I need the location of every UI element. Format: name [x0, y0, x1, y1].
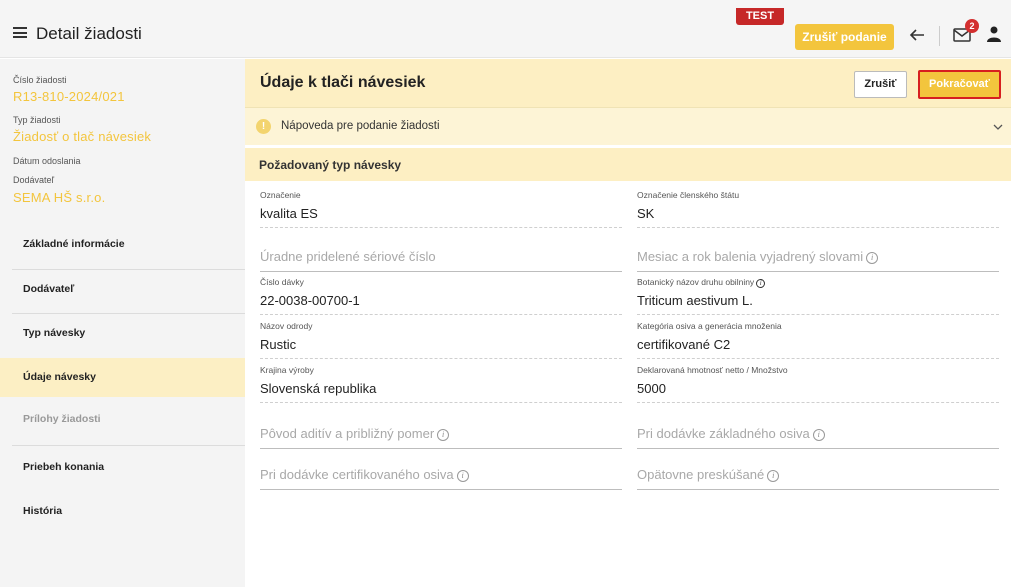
field-label: Označenie [260, 190, 301, 200]
field-label: Deklarovaná hmotnosť netto / Množstvo [637, 365, 788, 375]
field-variety-name[interactable]: Názov odrody Rustic [260, 321, 622, 359]
menu-icon[interactable] [13, 27, 27, 38]
sidebar: Číslo žiadosti R13-810-2024/021 Typ žiad… [0, 59, 245, 587]
field-label: Označenie členského štátu [637, 190, 740, 200]
main-panel: Údaje k tlači návesiek Zrušiť Pokračovať… [245, 59, 1011, 587]
panel-title: Údaje k tlači návesiek [260, 74, 426, 91]
request-type-label: Typ žiadosti [13, 115, 61, 125]
field-placeholder: Úradne pridelené sériové číslo [260, 249, 436, 264]
field-value: Rustic [260, 337, 297, 352]
sidebar-item-label-data[interactable]: Údaje návesky [0, 358, 245, 397]
field-value: 22-0038-00700-1 [260, 293, 360, 308]
continue-button[interactable]: Pokračovať [918, 70, 1001, 99]
field-placeholder: Mesiac a rok balenia vyjadrený slovami i [637, 249, 999, 267]
section-header: Požadovaný typ návesky [245, 148, 1011, 181]
cancel-submission-button[interactable]: Zrušiť podanie [795, 24, 894, 50]
info-icon[interactable]: i [812, 429, 825, 441]
page-title: Detail žiadosti [36, 24, 142, 43]
request-type-value: Žiadosť o tlač návesiek [13, 129, 152, 144]
field-seed-category[interactable]: Kategória osiva a generácia množenia cer… [637, 321, 999, 359]
field-placeholder: Pri dodávke certifikovaného osiva i [260, 467, 622, 485]
basic-seed-input[interactable]: Pri dodávke základného osiva i [637, 426, 999, 449]
back-arrow-icon[interactable] [908, 26, 926, 44]
panel-header: Údaje k tlači návesiek Zrušiť Pokračovať [245, 59, 1011, 107]
field-label: Kategória osiva a generácia množenia [637, 321, 782, 331]
help-accordion[interactable]: ! Nápoveda pre podanie žiadosti [245, 107, 1011, 145]
field-value: SK [637, 206, 655, 221]
field-label: Botanický názov druhu obilniny i [637, 277, 999, 288]
field-placeholder: Opätovne preskúšané i [637, 467, 999, 485]
field-label: Názov odrody [260, 321, 313, 331]
sidebar-item-history[interactable]: História [0, 492, 245, 531]
serial-number-input[interactable]: Úradne pridelené sériové číslo [260, 249, 622, 272]
field-value: kvalita ES [260, 206, 318, 221]
additives-input[interactable]: Pôvod aditív a približný pomer i [260, 426, 622, 449]
field-batch-number[interactable]: Číslo dávky 22-0038-00700-1 [260, 277, 622, 315]
supplier-label: Dodávateľ [13, 175, 55, 185]
section-title: Požadovaný typ návesky [259, 158, 402, 172]
sidebar-item-basic-info[interactable]: Základné informácie [0, 225, 245, 264]
chevron-down-icon [993, 124, 1003, 130]
field-oznacenie[interactable]: Označenie kvalita ES [260, 190, 622, 228]
info-icon[interactable]: i [456, 470, 469, 482]
test-environment-badge: TEST [736, 8, 784, 25]
field-member-state[interactable]: Označenie členského štátu SK [637, 190, 999, 228]
field-botanical-name[interactable]: Botanický názov druhu obilniny i Triticum… [637, 277, 999, 315]
info-icon[interactable]: i [437, 429, 450, 441]
notification-count-badge: 2 [965, 19, 979, 33]
help-accordion-label: Nápoveda pre podanie žiadosti [281, 120, 440, 132]
field-placeholder: Pôvod aditív a približný pomer i [260, 426, 622, 444]
field-value: 5000 [637, 381, 666, 396]
request-number-label: Číslo žiadosti [13, 75, 67, 85]
sidebar-item-supplier[interactable]: Dodávateľ [0, 270, 245, 309]
sidebar-item-label-type[interactable]: Typ návesky [0, 314, 245, 353]
sidebar-item-proceedings[interactable]: Priebeh konania [0, 448, 245, 487]
field-label: Krajina výroby [260, 365, 314, 375]
field-country-of-production[interactable]: Krajina výroby Slovenská republika [260, 365, 622, 403]
cancel-button[interactable]: Zrušiť [854, 71, 907, 98]
info-icon[interactable]: i [767, 470, 780, 482]
divider [12, 445, 245, 446]
retested-input[interactable]: Opätovne preskúšané i [637, 467, 999, 490]
sent-date-label: Dátum odoslania [13, 156, 81, 166]
certified-seed-input[interactable]: Pri dodávke certifikovaného osiva i [260, 467, 622, 490]
packing-date-input[interactable]: Mesiac a rok balenia vyjadrený slovami i [637, 249, 999, 272]
info-icon[interactable]: i [756, 279, 766, 288]
field-value: Slovenská republika [260, 381, 377, 396]
help-info-icon: ! [256, 119, 271, 134]
user-icon[interactable] [987, 26, 1001, 42]
divider [939, 26, 940, 46]
field-value: certifikované C2 [637, 337, 731, 352]
field-placeholder: Pri dodávke základného osiva i [637, 426, 999, 444]
top-bar: Detail žiadosti TEST Zrušiť podanie 2 [0, 0, 1011, 58]
field-value: Triticum aestivum L. [637, 293, 753, 308]
sidebar-item-attachments[interactable]: Prílohy žiadosti [0, 400, 245, 439]
info-icon[interactable]: i [866, 252, 879, 264]
request-number-value: R13-810-2024/021 [13, 89, 125, 104]
field-net-weight[interactable]: Deklarovaná hmotnosť netto / Množstvo 50… [637, 365, 999, 403]
supplier-value: SEMA HŠ s.r.o. [13, 190, 106, 205]
field-label: Číslo dávky [260, 277, 304, 287]
